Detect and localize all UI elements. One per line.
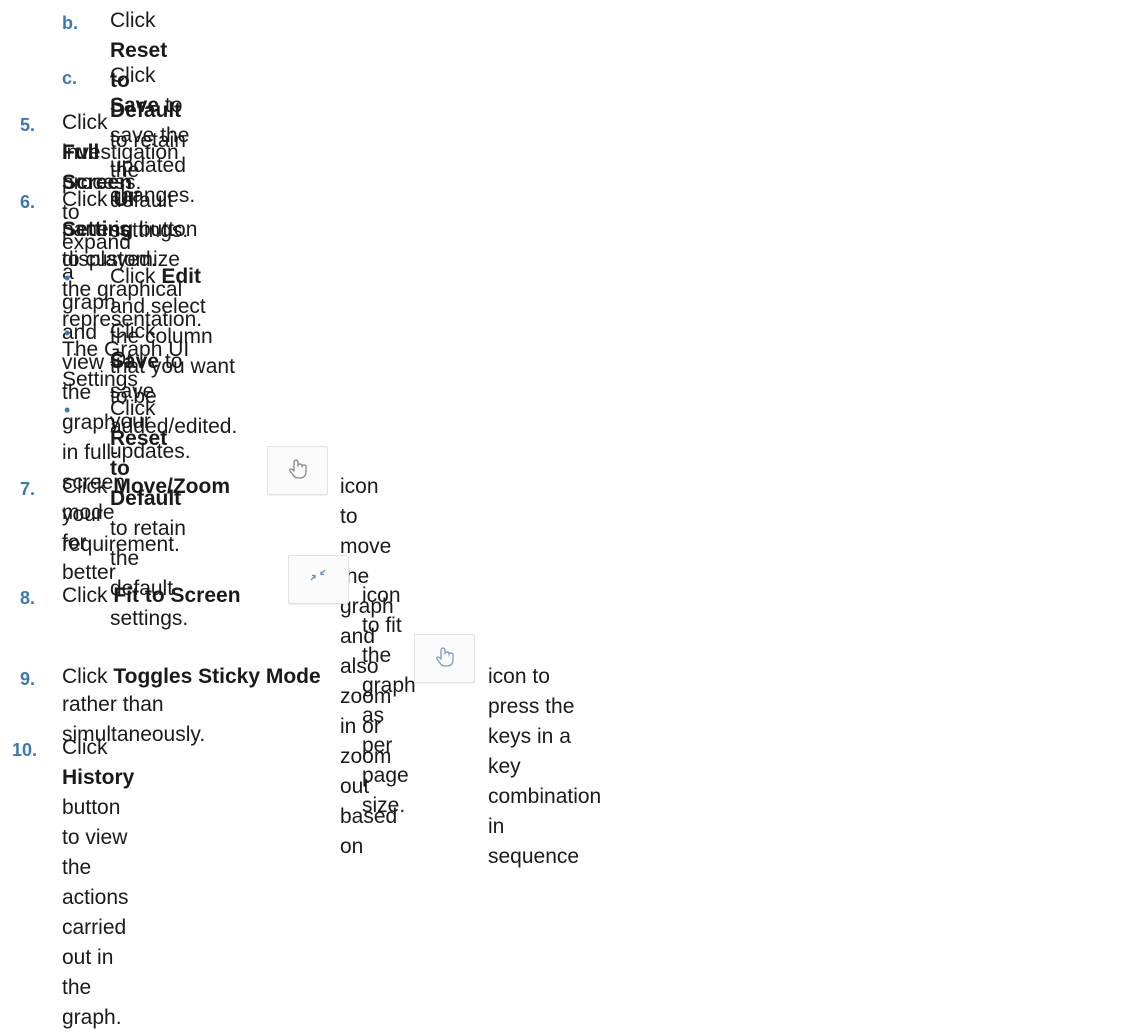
step-text: Click Fit to Screen (62, 584, 241, 607)
step-number: 10. (12, 740, 38, 760)
step-number: 6. (20, 192, 36, 212)
step-number: 5. (20, 115, 36, 135)
step-text-after-icon: icon to fit the graph as per page size. (362, 584, 416, 817)
sticky-hand-icon[interactable] (414, 634, 475, 683)
hand-icon[interactable] (267, 446, 328, 495)
step-number: 8. (20, 588, 36, 608)
step-text: Click Toggles Sticky Mode (62, 665, 321, 688)
fit-to-screen-icon[interactable] (288, 555, 349, 604)
step-number: c. (62, 68, 78, 88)
step-number: 9. (20, 669, 36, 689)
step-number: 7. (20, 479, 36, 499)
step-number: b. (62, 13, 78, 33)
bullet-marker: • (64, 268, 71, 288)
step-text-continued: your requirement. (62, 503, 180, 556)
bullet-marker: • (64, 323, 71, 343)
step-text: Click History button to view the actions… (62, 736, 135, 1029)
bullet-text-continued: Or (110, 348, 134, 371)
step-text-after-icon: icon to press the keys in a key combinat… (488, 665, 602, 868)
bullet-marker: • (64, 400, 71, 420)
step-text: Click Move/Zoom (62, 475, 231, 498)
